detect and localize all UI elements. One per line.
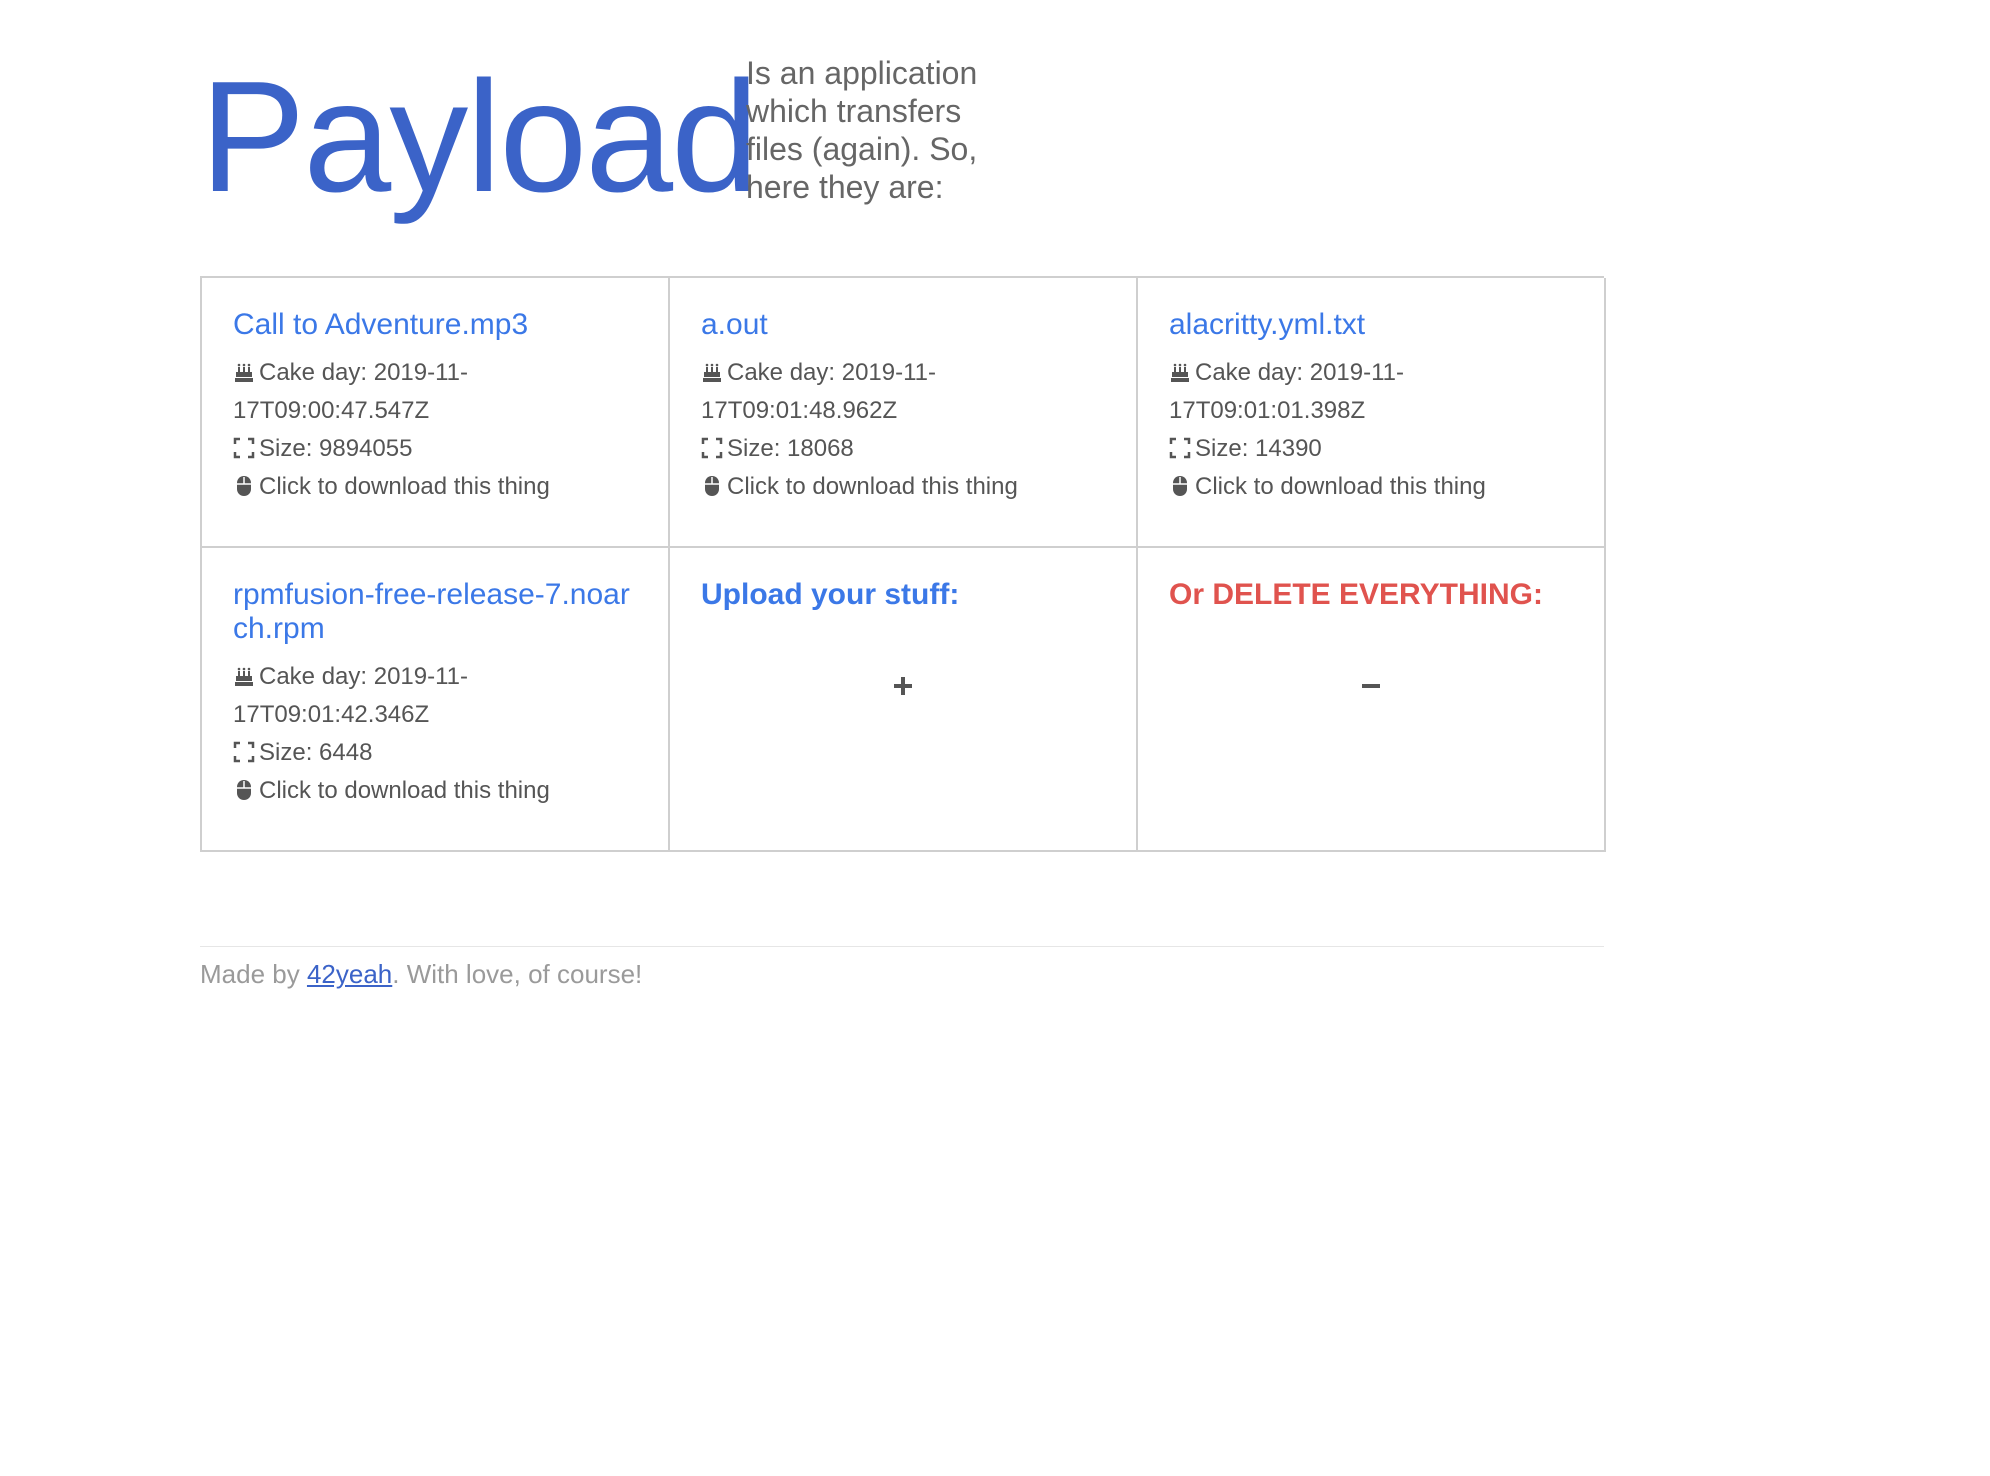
download-text: Click to download this thing (1195, 473, 1486, 500)
file-name-link[interactable]: alacritty.yml.txt (1169, 308, 1576, 342)
cake-day-row: Cake day: 2019-11-17T09:00:47.547Z (233, 354, 640, 430)
header: Payload Is an application which transfer… (200, 40, 1604, 230)
cake-day-row: Cake day: 2019-11-17T09:01:48.962Z (701, 354, 1108, 430)
brand-title: Payload (200, 49, 759, 225)
size-row: Size: 18068 (701, 430, 1108, 468)
file-meta: Cake day: 2019-11-17T09:00:47.547Z Size:… (233, 354, 640, 506)
size-row: Size: 14390 (1169, 430, 1576, 468)
file-name-link[interactable]: rpmfusion-free-release-7.noarch.rpm (233, 578, 640, 646)
delete-button[interactable] (1351, 666, 1391, 706)
size-row: Size: 6448 (233, 734, 640, 772)
delete-card: Or DELETE EVERYTHING: (1138, 548, 1606, 852)
cake-day-text: Cake day: 2019-11-17T09:01:42.346Z (233, 663, 469, 728)
plus-icon (894, 677, 912, 695)
file-name-link[interactable]: Call to Adventure.mp3 (233, 308, 640, 342)
file-name-link[interactable]: a.out (701, 308, 1108, 342)
file-grid: Call to Adventure.mp3 Cake day: 2019-11-… (200, 276, 1606, 852)
mouse-icon (237, 476, 251, 496)
size-text: Size: 18068 (727, 435, 854, 462)
cake-day-text: Cake day: 2019-11-17T09:01:01.398Z (1169, 359, 1405, 424)
upload-title: Upload your stuff: (701, 578, 960, 611)
cake-day-text: Cake day: 2019-11-17T09:00:47.547Z (233, 359, 469, 424)
file-card: a.out Cake day: 2019-11-17T09:01:48.962Z… (670, 278, 1138, 548)
birthday-cake-icon (1171, 363, 1189, 382)
download-text: Click to download this thing (727, 473, 1018, 500)
expand-icon (701, 437, 723, 459)
cake-day-row: Cake day: 2019-11-17T09:01:42.346Z (233, 658, 640, 734)
size-text: Size: 6448 (259, 739, 373, 766)
cake-day-row: Cake day: 2019-11-17T09:01:01.398Z (1169, 354, 1576, 430)
size-text: Size: 9894055 (259, 435, 413, 462)
mouse-icon (237, 780, 251, 800)
expand-icon (1169, 437, 1191, 459)
birthday-cake-icon (703, 363, 721, 382)
minus-icon (1362, 684, 1380, 688)
cake-day-text: Cake day: 2019-11-17T09:01:48.962Z (701, 359, 937, 424)
file-meta: Cake day: 2019-11-17T09:01:01.398Z Size:… (1169, 354, 1576, 506)
download-link[interactable]: Click to download this thing (1169, 468, 1576, 506)
size-text: Size: 14390 (1195, 435, 1322, 462)
mouse-icon (1173, 476, 1187, 496)
author-link[interactable]: 42yeah (307, 959, 392, 989)
footer-prefix: Made by (200, 959, 307, 989)
file-meta: Cake day: 2019-11-17T09:01:42.346Z Size:… (233, 658, 640, 810)
delete-title: Or DELETE EVERYTHING: (1169, 578, 1543, 611)
download-link[interactable]: Click to download this thing (701, 468, 1108, 506)
birthday-cake-icon (235, 667, 253, 686)
tagline: Is an application which transfers files … (746, 55, 978, 205)
expand-icon (233, 437, 255, 459)
upload-button[interactable] (883, 666, 923, 706)
download-link[interactable]: Click to download this thing (233, 772, 640, 810)
size-row: Size: 9894055 (233, 430, 640, 468)
expand-icon (233, 741, 255, 763)
birthday-cake-icon (235, 363, 253, 382)
file-meta: Cake day: 2019-11-17T09:01:48.962Z Size:… (701, 354, 1108, 506)
file-card: Call to Adventure.mp3 Cake day: 2019-11-… (202, 278, 670, 548)
footer: Made by 42yeah. With love, of course! (200, 946, 1604, 991)
mouse-icon (705, 476, 719, 496)
file-card: alacritty.yml.txt Cake day: 2019-11-17T0… (1138, 278, 1606, 548)
download-link[interactable]: Click to download this thing (233, 468, 640, 506)
download-text: Click to download this thing (259, 473, 550, 500)
upload-card: Upload your stuff: (670, 548, 1138, 852)
download-text: Click to download this thing (259, 777, 550, 804)
footer-suffix: . With love, of course! (392, 959, 643, 989)
file-card: rpmfusion-free-release-7.noarch.rpm Cake… (202, 548, 670, 852)
